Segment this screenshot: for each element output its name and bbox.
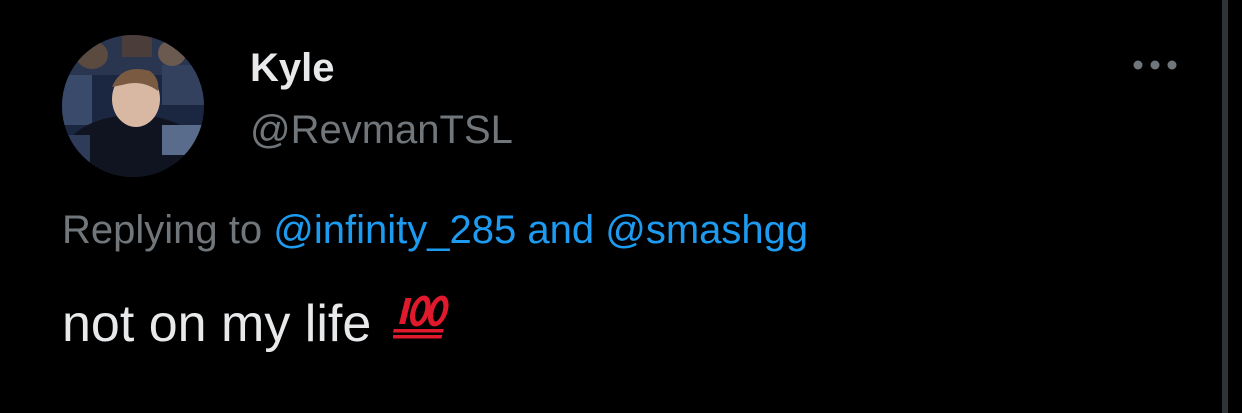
more-horizontal-icon (1133, 60, 1177, 70)
mention-link[interactable]: @infinity_285 (273, 208, 516, 252)
tweet-text: not on my life (62, 295, 451, 354)
avatar[interactable] (62, 35, 204, 177)
scroll-divider (1222, 0, 1228, 413)
user-handle[interactable]: @RevmanTSL (250, 108, 513, 152)
avatar-photo (62, 35, 204, 177)
tweet-body: not on my life (62, 295, 372, 353)
mention-link[interactable]: @smashgg (605, 208, 808, 252)
reply-prefix: Replying to (62, 208, 263, 252)
reply-context: Replying to @infinity_285 and @smashgg (62, 207, 808, 253)
reply-conjunction: and (527, 208, 595, 252)
more-options-button[interactable] (1130, 48, 1180, 82)
hundred-points-icon (391, 292, 451, 354)
display-name[interactable]: Kyle (250, 46, 335, 90)
